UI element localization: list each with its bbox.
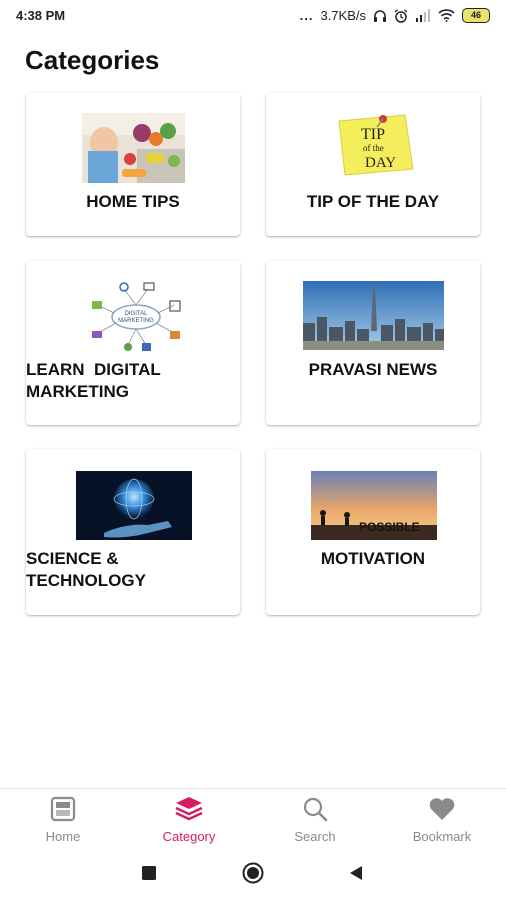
possible-text: POSSIBLE bbox=[359, 520, 420, 534]
nav-home-label: Home bbox=[45, 829, 81, 844]
nav-bookmark-label: Bookmark bbox=[412, 829, 472, 844]
category-label: PRAVASI NEWS bbox=[308, 360, 438, 379]
motivation-image: POSSIBLE bbox=[311, 471, 437, 540]
wifi-icon bbox=[438, 9, 455, 22]
home-icon bbox=[50, 796, 76, 822]
system-nav-bar bbox=[0, 848, 506, 900]
network-speed: 3.7KB/s bbox=[320, 8, 366, 23]
category-card-digital-marketing[interactable]: DIGITAL MARKETING LEARN DIGITAL MARKETIN… bbox=[26, 261, 240, 425]
headphones-icon bbox=[374, 9, 386, 22]
nav-category[interactable]: Category bbox=[126, 789, 252, 849]
category-card-tip-of-the-day[interactable]: TIP of the DAY TIP OF THE DAY bbox=[266, 93, 480, 236]
tip-note-line-1: TIP bbox=[361, 126, 385, 143]
status-icons: ... 3.7KB/s 46 bbox=[300, 8, 490, 23]
category-label: LEARN DIGITAL MARKETING bbox=[26, 360, 166, 401]
digital-center-line-2: MARKETING bbox=[118, 318, 154, 324]
category-label: MOTIVATION bbox=[320, 549, 426, 568]
home-tips-image bbox=[82, 113, 185, 183]
digital-center-line-1: DIGITAL bbox=[125, 311, 149, 317]
tip-of-the-day-image: TIP of the DAY bbox=[333, 111, 415, 177]
category-card-pravasi-news[interactable]: PRAVASI NEWS bbox=[266, 261, 480, 425]
nav-search-label: Search bbox=[294, 829, 336, 844]
tip-note-line-3: DAY bbox=[365, 155, 396, 171]
back-icon[interactable] bbox=[348, 865, 364, 881]
tip-note-line-2: of the bbox=[363, 143, 384, 153]
category-card-science-technology[interactable]: SCIENCE & TECHNOLOGY bbox=[26, 449, 240, 615]
category-label: SCIENCE & TECHNOLOGY bbox=[26, 549, 146, 590]
battery-indicator: 46 bbox=[462, 8, 490, 23]
status-bar: 4:38 PM ... 3.7KB/s 46 bbox=[0, 0, 506, 32]
recents-icon[interactable] bbox=[141, 865, 157, 881]
digital-marketing-image: DIGITAL MARKETING bbox=[88, 279, 184, 355]
status-time: 4:38 PM bbox=[16, 8, 66, 23]
alarm-icon bbox=[394, 8, 408, 23]
category-card-motivation[interactable]: POSSIBLE MOTIVATION bbox=[266, 449, 480, 615]
search-icon bbox=[303, 797, 328, 822]
category-label: TIP OF THE DAY bbox=[306, 192, 440, 211]
nav-search[interactable]: Search bbox=[252, 789, 378, 849]
pravasi-news-image bbox=[303, 281, 444, 350]
more-dots: ... bbox=[299, 8, 314, 23]
category-card-home-tips[interactable]: HOME TIPS bbox=[26, 93, 240, 236]
nav-home[interactable]: Home bbox=[0, 789, 126, 849]
page-title: Categories bbox=[25, 45, 160, 75]
heart-icon bbox=[429, 798, 455, 820]
category-label: HOME TIPS bbox=[86, 192, 180, 211]
nav-category-label: Category bbox=[162, 829, 216, 844]
bottom-nav: Home Category Search Bookmark bbox=[0, 788, 506, 849]
signal-icon bbox=[416, 9, 430, 22]
home-circle-icon[interactable] bbox=[242, 862, 264, 884]
nav-bookmark[interactable]: Bookmark bbox=[378, 789, 506, 849]
layers-icon bbox=[175, 797, 203, 821]
science-technology-image bbox=[76, 471, 192, 540]
